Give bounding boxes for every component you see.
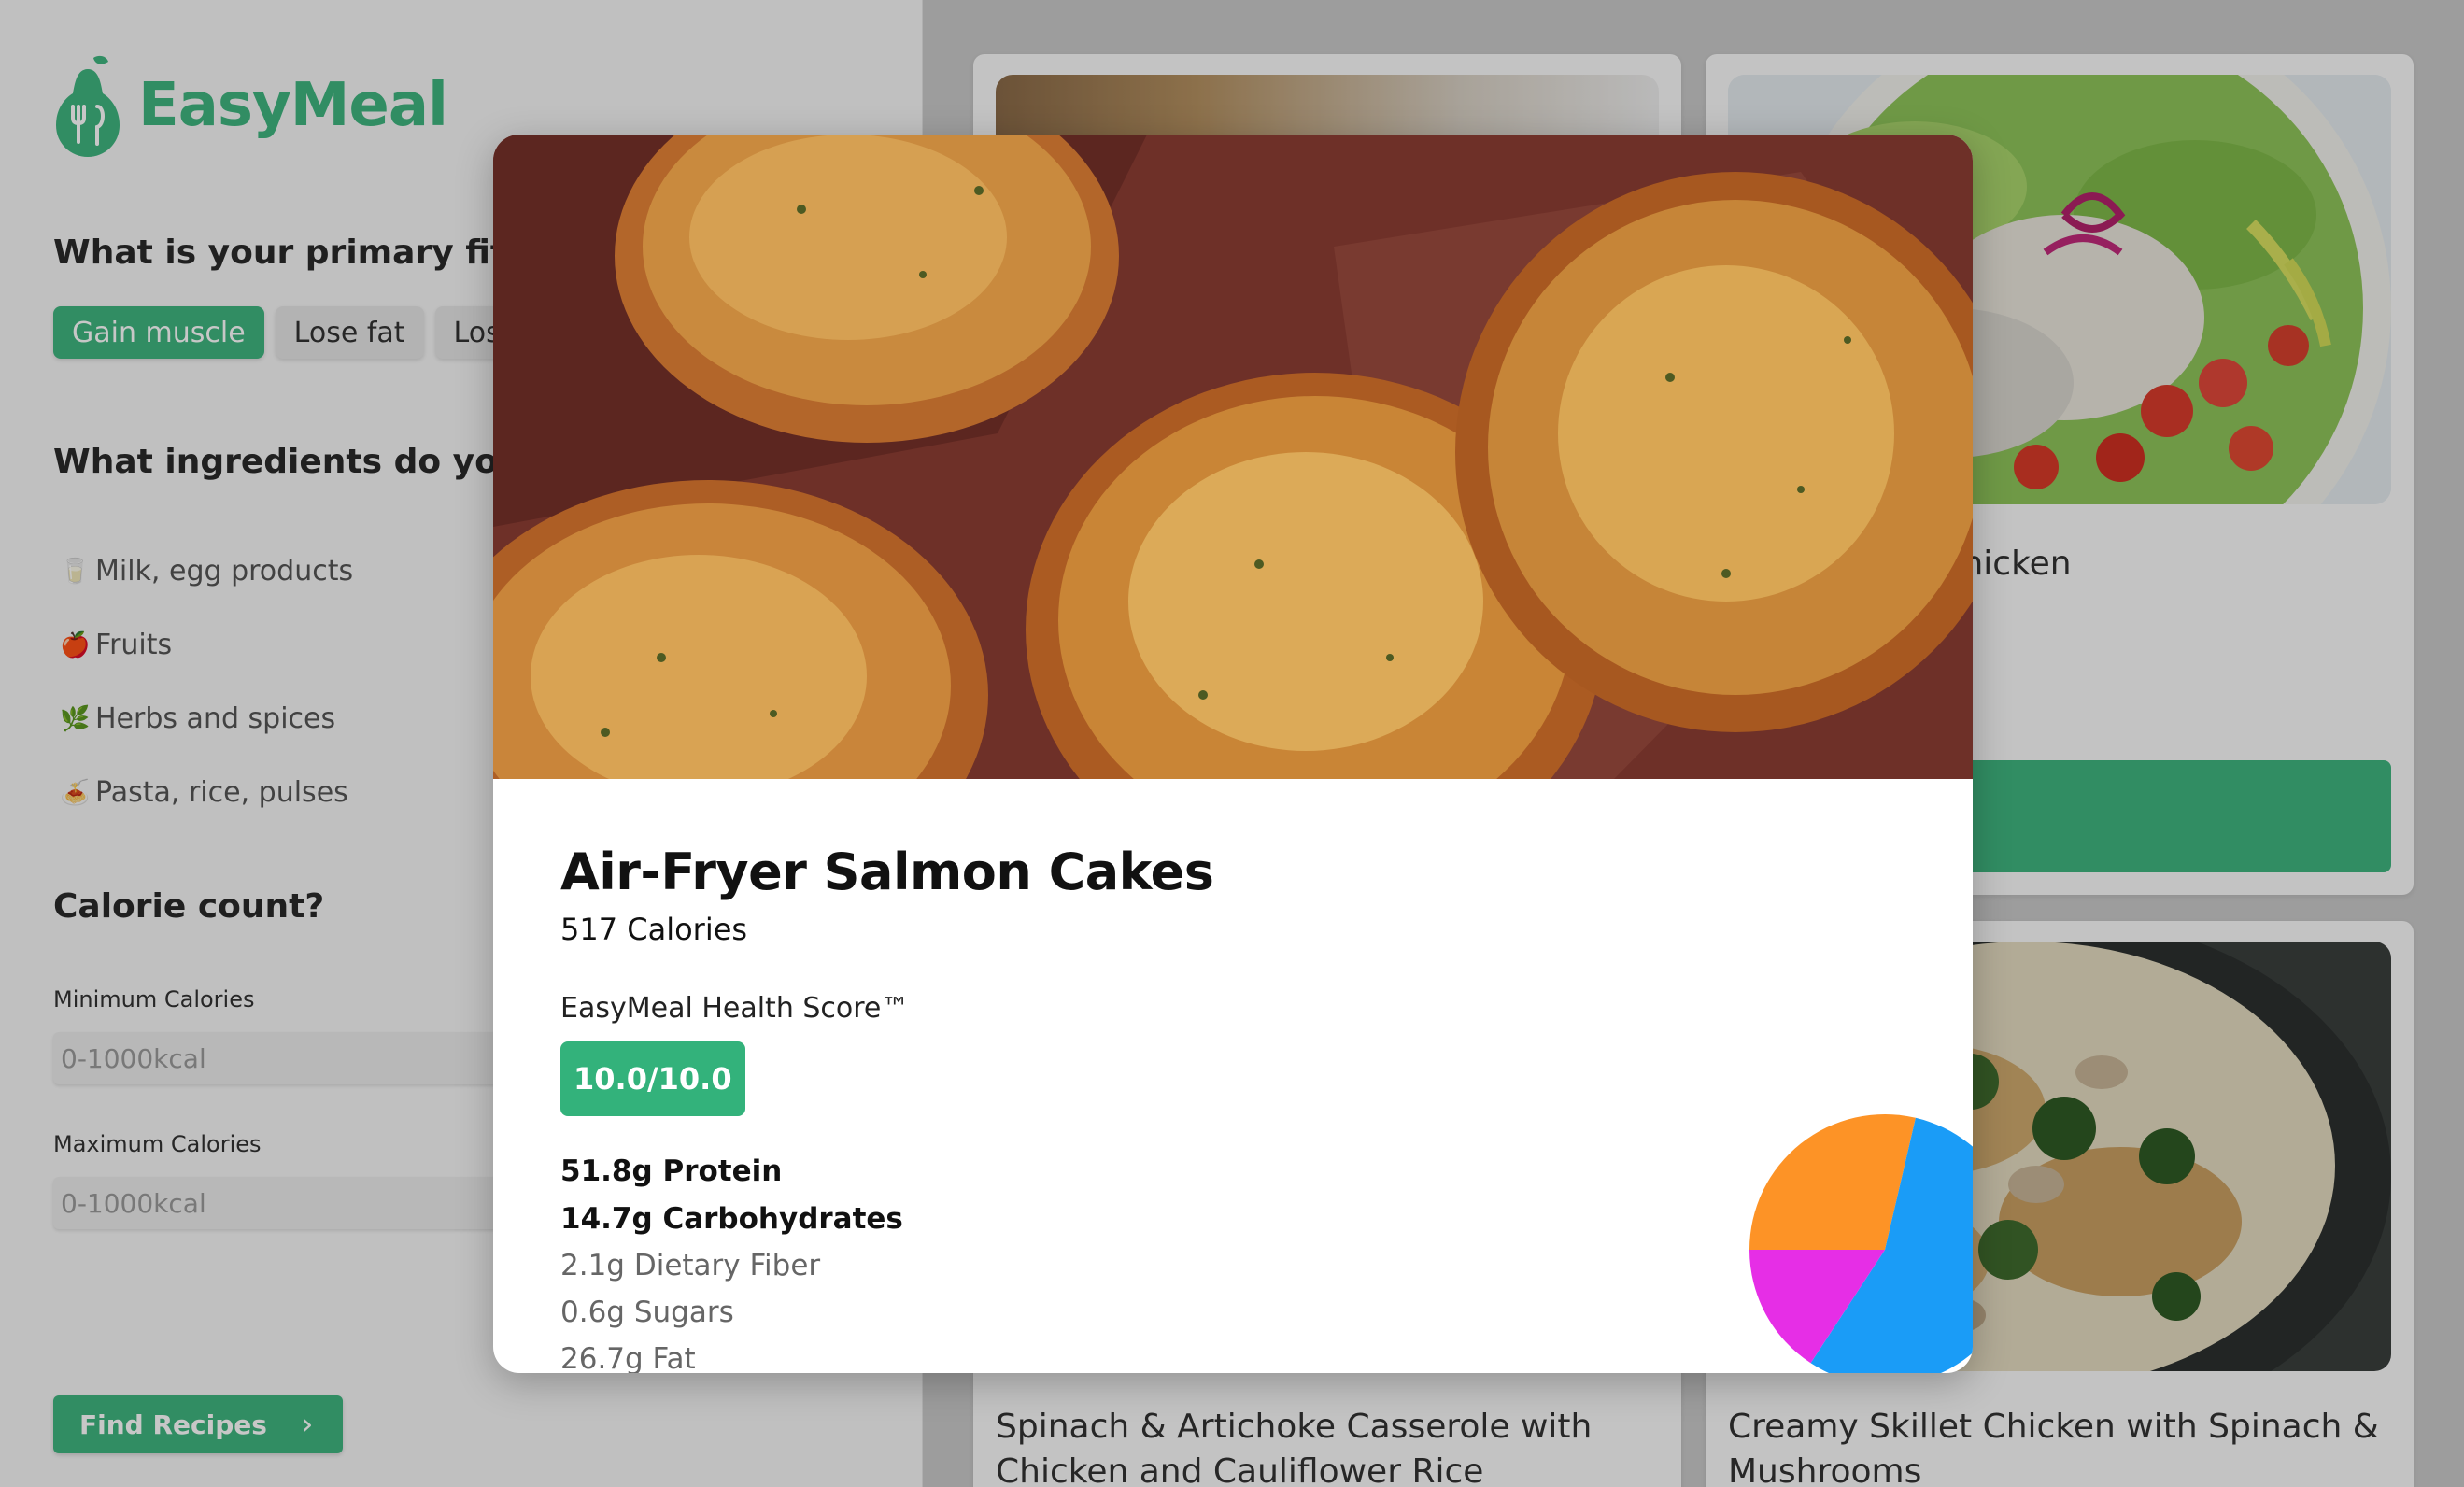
nutrient-carbohydrates: 14.7g Carbohydrates	[560, 1202, 903, 1236]
recipe-detail-modal: Air-Fryer Salmon Cakes 517 Calories Easy…	[493, 135, 1973, 1373]
recipe-title: Air-Fryer Salmon Cakes	[560, 843, 1214, 901]
nutrient-protein: 51.8g Protein	[560, 1154, 783, 1188]
nutrient-fat: 26.7g Fat	[560, 1342, 696, 1373]
macro-pie-chart	[1749, 1114, 1973, 1373]
nutrient-fiber: 2.1g Dietary Fiber	[560, 1249, 821, 1282]
nutrient-sugars: 0.6g Sugars	[560, 1296, 734, 1329]
health-score-label: EasyMeal Health Score™	[560, 992, 910, 1025]
health-score-badge: 10.0/10.0	[560, 1041, 745, 1116]
recipe-calories: 517 Calories	[560, 912, 748, 947]
recipe-hero-image	[493, 135, 1973, 779]
